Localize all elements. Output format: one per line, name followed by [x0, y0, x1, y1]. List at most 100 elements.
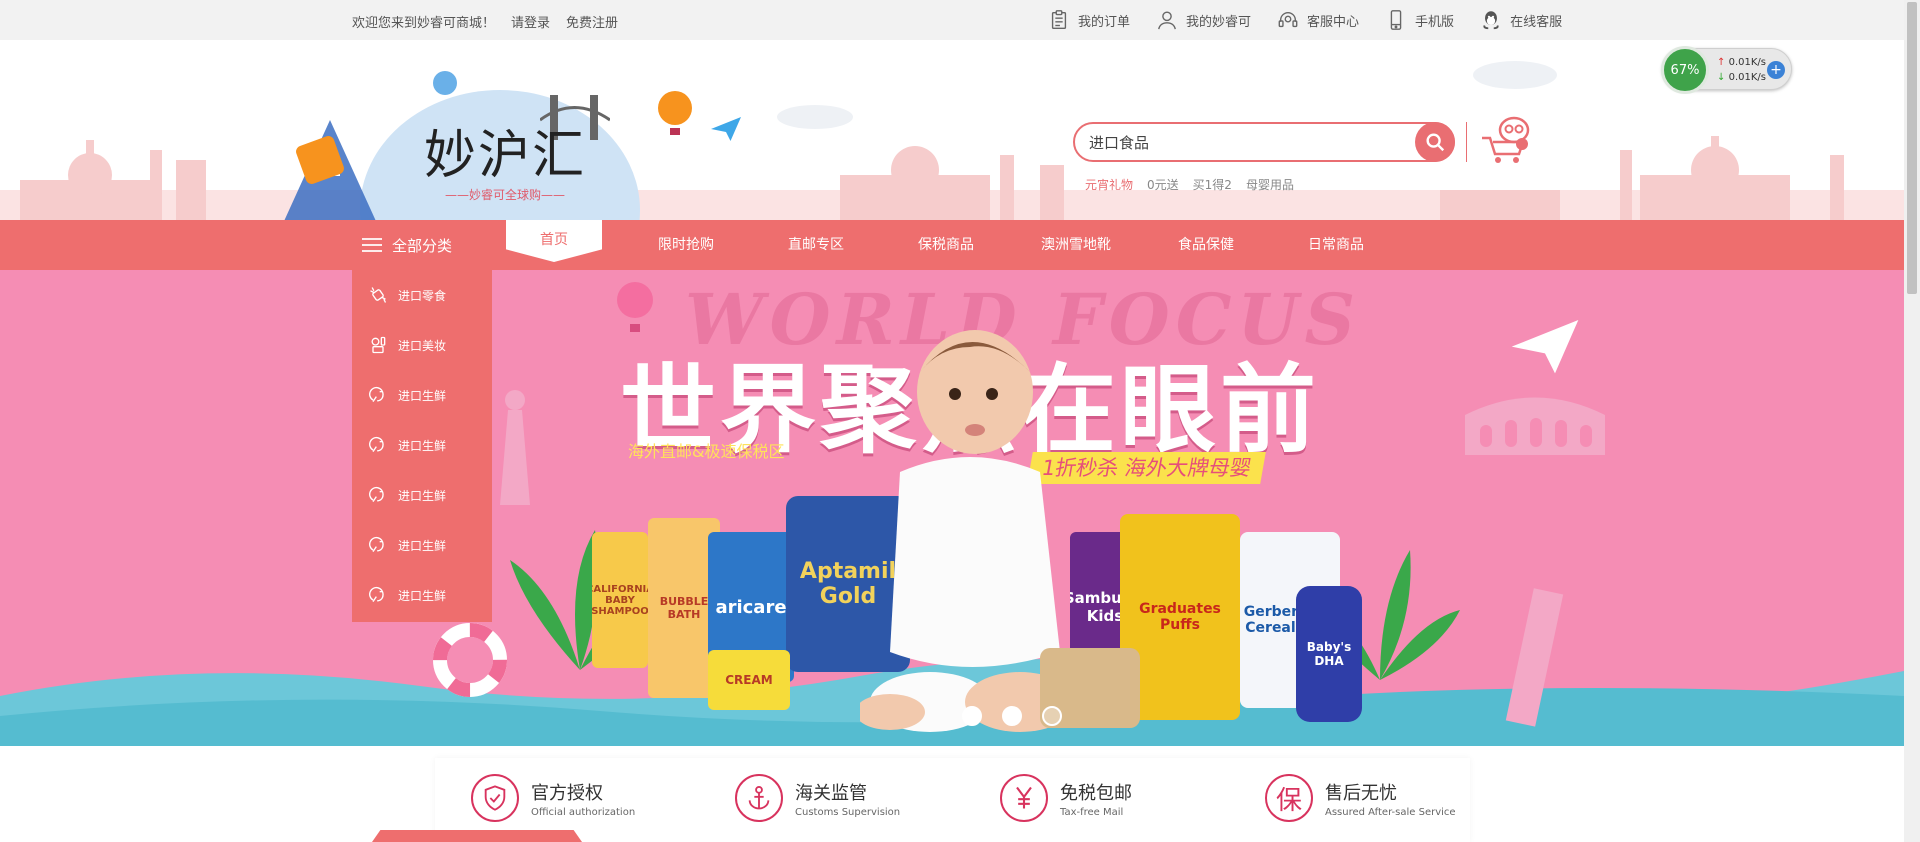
hot-search-item[interactable]: 母婴用品 — [1246, 176, 1294, 193]
hot-air-balloon-icon — [617, 282, 653, 332]
feature-title: 售后无忧 — [1325, 782, 1397, 804]
category-label: 进口美妆 — [398, 338, 447, 353]
feature-after-sale: 保 售后无忧 Assured After-sale Service — [1265, 774, 1456, 822]
top-bar: 欢迎您来到妙睿可商城！ 请登录 免费注册 我的订单 我的妙睿可 客服中心 手机版… — [0, 0, 1904, 40]
network-speed-widget[interactable]: 67% ↑ 0.01K/s ↓ 0.01K/s + — [1661, 46, 1792, 94]
shrimp-icon — [369, 536, 384, 553]
login-link[interactable]: 请登录 — [511, 12, 550, 31]
hot-air-balloon-icon — [658, 91, 692, 135]
category-item-fresh[interactable]: 进口生鲜 — [352, 370, 492, 420]
nav-item-daily-goods[interactable]: 日常商品 — [1308, 220, 1364, 270]
swim-ring-illustration — [433, 623, 507, 697]
category-side-menu: 进口零食 进口美妆 进口生鲜 进口生鲜 进口生鲜 进口生鲜 进口生鲜 — [352, 270, 492, 622]
search-box — [1073, 122, 1455, 162]
service-center-label: 客服中心 — [1307, 14, 1360, 30]
qq-icon — [1483, 11, 1499, 30]
cosmetics-icon — [371, 336, 386, 354]
service-features: 官方授权 Official authorization 海关监管 Customs… — [435, 758, 1470, 842]
airplane-icon — [1511, 320, 1579, 374]
cloud-illustration — [1473, 61, 1557, 89]
shrimp-icon — [369, 486, 384, 503]
balloon-icon — [433, 71, 457, 95]
nav-item-direct-mail[interactable]: 直邮专区 — [788, 220, 844, 270]
product-shampoo[interactable]: CALIFORNIA BABY SHAMPOO — [592, 532, 648, 668]
all-categories-button[interactable]: 全部分类 — [362, 220, 452, 270]
carousel-dot[interactable] — [1042, 706, 1062, 726]
colosseum-illustration — [1465, 397, 1605, 455]
feature-official: 官方授权 Official authorization — [471, 774, 635, 822]
main-nav: 全部分类 首页 限时抢购 直邮专区 保税商品 澳洲雪地靴 食品保健 日常商品 — [0, 220, 1904, 270]
product-cream[interactable]: CREAM — [708, 650, 790, 710]
carousel-dot[interactable] — [962, 706, 982, 726]
leaning-tower-illustration — [1505, 588, 1564, 727]
banner-subline: 海外直邮&极速保税区 — [628, 442, 785, 461]
speed-rates: ↑ 0.01K/s ↓ 0.01K/s — [1717, 55, 1766, 85]
feature-subtitle: Official authorization — [531, 806, 636, 818]
page-scrollbar[interactable] — [1904, 0, 1920, 842]
my-account-link[interactable]: 我的妙睿可 — [1156, 8, 1251, 32]
category-item-snacks[interactable]: 进口零食 — [352, 270, 492, 320]
online-support-label: 在线客服 — [1510, 14, 1563, 30]
product-babys-dha[interactable]: Baby's DHA — [1296, 586, 1362, 722]
user-icon — [1158, 11, 1176, 30]
download-rate: 0.01K/s — [1728, 72, 1766, 83]
category-item-fresh[interactable]: 进口生鲜 — [352, 420, 492, 470]
mobile-version-label: 手机版 — [1415, 14, 1455, 30]
candy-icon — [370, 287, 387, 303]
welcome-text: 欢迎您来到妙睿可商城！ — [352, 16, 496, 31]
header: 妙沪汇 ——妙睿可全球购—— 元宵礼物 0元送 买1得2 母婴用品 — [0, 40, 1904, 220]
feature-customs: 海关监管 Customs Supervision — [735, 774, 900, 822]
speed-percent: 67% — [1661, 46, 1709, 94]
category-item-cosmetics[interactable]: 进口美妆 — [352, 320, 492, 370]
eiffel-tower-illustration — [284, 120, 376, 220]
clipboard-icon — [1051, 10, 1067, 29]
hot-search-item[interactable]: 0元送 — [1147, 176, 1179, 193]
my-orders-label: 我的订单 — [1078, 14, 1131, 30]
shrimp-icon — [369, 386, 384, 403]
all-categories-label: 全部分类 — [392, 236, 453, 255]
nav-item-bonded[interactable]: 保税商品 — [918, 220, 974, 270]
carousel-dot[interactable] — [1002, 706, 1022, 726]
service-center-link[interactable]: 客服中心 — [1277, 8, 1359, 32]
bao-icon: 保 — [1265, 774, 1313, 822]
category-label: 进口生鲜 — [398, 438, 447, 453]
shrimp-icon — [369, 436, 384, 453]
topbar-left: 欢迎您来到妙睿可商城！ 请登录 免费注册 — [352, 12, 618, 31]
header-divider — [1466, 122, 1467, 162]
mobile-version-link[interactable]: 手机版 — [1385, 8, 1454, 32]
section-tab-partial — [372, 830, 582, 842]
category-item-fresh[interactable]: 进口生鲜 — [352, 470, 492, 520]
feature-tax-free: 免税包邮 Tax-free Mail — [1000, 774, 1132, 822]
logo-slogan: ——妙睿可全球购—— — [444, 188, 565, 202]
phone-icon — [1390, 10, 1402, 30]
yen-icon — [1000, 774, 1048, 822]
hot-search-item[interactable]: 买1得2 — [1193, 176, 1232, 193]
headset-icon — [1278, 12, 1298, 28]
category-item-fresh[interactable]: 进口生鲜 — [352, 570, 492, 620]
category-item-fresh[interactable]: 进口生鲜 — [352, 520, 492, 570]
feature-subtitle: Customs Supervision — [795, 806, 901, 818]
plus-icon[interactable]: + — [1767, 61, 1785, 79]
category-label: 进口生鲜 — [398, 538, 447, 553]
nav-item-home[interactable]: 首页 — [506, 220, 602, 262]
search-button[interactable] — [1415, 122, 1455, 162]
anchor-icon — [735, 774, 783, 822]
search-input[interactable] — [1089, 131, 1389, 155]
carousel-dots — [962, 706, 1062, 726]
hero-banner[interactable]: WORLD FOCUS 世界聚焦在眼前 海外直邮&极速保税区 1折秒杀 海外大牌… — [0, 270, 1904, 746]
site-logo[interactable]: 妙沪汇 ——妙睿可全球购—— — [420, 126, 590, 203]
my-account-label: 我的妙睿可 — [1186, 14, 1252, 30]
cloud-illustration — [777, 105, 853, 129]
airplane-icon — [711, 117, 741, 141]
nav-item-food-health[interactable]: 食品保健 — [1178, 220, 1234, 270]
scrollbar-thumb[interactable] — [1907, 2, 1917, 294]
cart-owl-icon[interactable] — [1480, 112, 1536, 168]
register-link[interactable]: 免费注册 — [566, 12, 618, 31]
online-support-link[interactable]: 在线客服 — [1480, 8, 1562, 32]
nav-item-flash-sale[interactable]: 限时抢购 — [658, 220, 714, 270]
hot-search-item[interactable]: 元宵礼物 — [1085, 176, 1133, 193]
menu-icon — [362, 238, 382, 252]
my-orders-link[interactable]: 我的订单 — [1048, 8, 1130, 32]
nav-item-ugg-boots[interactable]: 澳洲雪地靴 — [1041, 220, 1111, 270]
feature-subtitle: Assured After-sale Service — [1325, 806, 1456, 818]
